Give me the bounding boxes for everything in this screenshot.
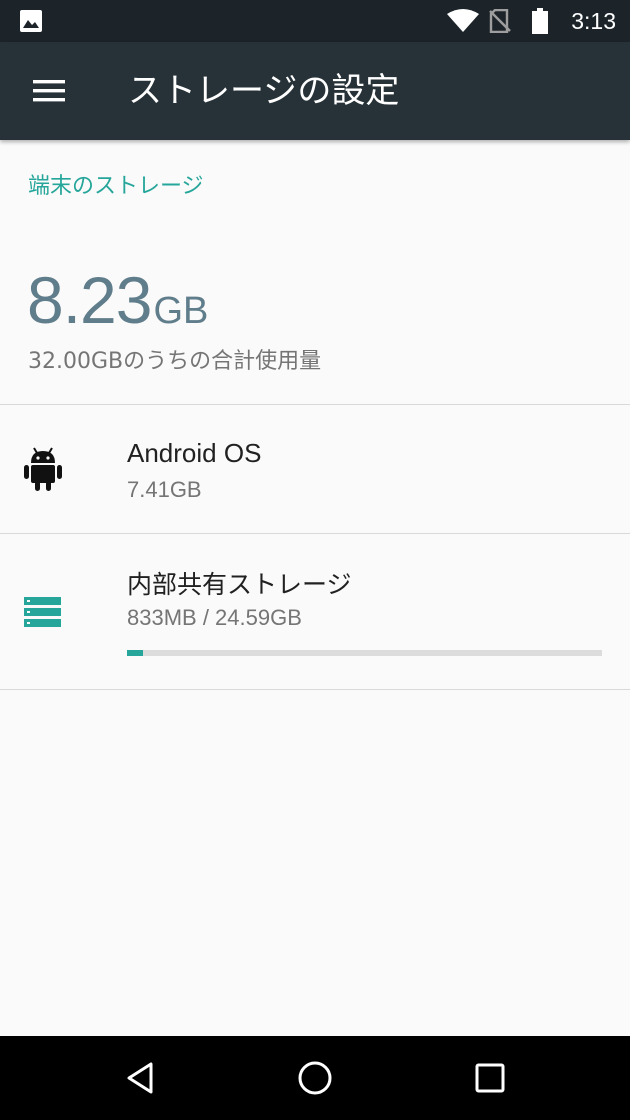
- home-icon[interactable]: [295, 1058, 335, 1098]
- divider: [0, 689, 630, 690]
- storage-item-title: Android OS: [127, 438, 262, 468]
- gallery-icon: [20, 10, 42, 32]
- status-clock: 3:13: [571, 8, 616, 34]
- wifi-icon: [447, 9, 479, 32]
- storage-item-android-os[interactable]: Android OS 7.41GB: [0, 405, 630, 533]
- battery-icon: [532, 8, 548, 34]
- no-sim-icon: [489, 9, 511, 33]
- app-bar: ストレージの設定: [0, 42, 630, 140]
- storage-progress-bar: [127, 650, 602, 656]
- storage-settings-screen: 3:13 ストレージの設定 端末のストレージ 8.23GB 32.00GBのうち…: [0, 0, 630, 1120]
- total-used-caption: 32.00GBのうちの合計使用量: [28, 349, 322, 374]
- used-unit: GB: [153, 290, 209, 332]
- storage-icon: [24, 597, 61, 627]
- storage-item-subtitle: 833MB / 24.59GB: [127, 605, 302, 630]
- storage-progress-fill: [127, 650, 143, 656]
- status-bar: 3:13: [0, 0, 630, 42]
- section-header-device-storage: 端末のストレージ: [28, 174, 204, 199]
- used-number: 8.23: [27, 263, 152, 337]
- page-title: ストレージの設定: [128, 71, 400, 111]
- storage-item-title: 内部共有ストレージ: [127, 570, 352, 599]
- back-icon[interactable]: [122, 1058, 162, 1098]
- total-used-value: 8.23GB: [27, 262, 208, 338]
- menu-icon[interactable]: [33, 80, 65, 102]
- android-icon: [24, 447, 62, 491]
- navigation-bar: [0, 1036, 630, 1120]
- recents-icon[interactable]: [470, 1058, 510, 1098]
- storage-item-internal-shared[interactable]: 内部共有ストレージ 833MB / 24.59GB: [0, 534, 630, 689]
- storage-item-subtitle: 7.41GB: [127, 477, 202, 502]
